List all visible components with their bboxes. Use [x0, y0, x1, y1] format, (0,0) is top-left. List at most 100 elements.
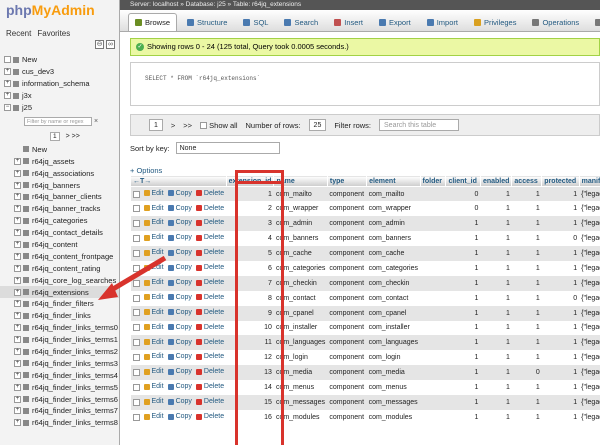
- cell-name[interactable]: com_modules: [273, 409, 328, 425]
- cell-access[interactable]: 1: [511, 320, 542, 336]
- edit-row-button[interactable]: Edit: [143, 294, 164, 301]
- row-checkbox[interactable]: [132, 220, 140, 228]
- cell-type[interactable]: component: [327, 365, 367, 381]
- copy-row-button[interactable]: Copy: [167, 353, 192, 360]
- column-header-access[interactable]: access: [511, 175, 543, 187]
- cell-name[interactable]: com_media: [273, 365, 328, 381]
- cell-element[interactable]: com_messages: [366, 394, 421, 410]
- cell-folder[interactable]: [420, 275, 446, 291]
- cell-type[interactable]: component: [327, 186, 367, 202]
- expand-icon[interactable]: +: [14, 407, 21, 415]
- cell-client-id[interactable]: 1: [445, 216, 481, 232]
- cell-name[interactable]: com_messages: [273, 394, 328, 410]
- cell-element[interactable]: com_checkin: [366, 275, 421, 291]
- delete-row-button[interactable]: Delete: [195, 234, 224, 241]
- cell-protected[interactable]: 1: [541, 335, 580, 351]
- sort-select[interactable]: None: [175, 142, 280, 154]
- cell-protected[interactable]: 0: [541, 231, 580, 247]
- copy-row-button[interactable]: Copy: [167, 383, 192, 390]
- cell-folder[interactable]: [420, 186, 446, 202]
- cell-folder[interactable]: [420, 350, 446, 366]
- cell-id[interactable]: 6: [226, 260, 274, 276]
- expand-icon[interactable]: +: [14, 157, 21, 165]
- cell-element[interactable]: com_installer: [366, 320, 421, 336]
- delete-row-button[interactable]: Delete: [195, 324, 224, 331]
- link-icon[interactable]: ∞: [106, 40, 115, 49]
- checkbox-icon[interactable]: [200, 122, 208, 130]
- cell-element[interactable]: com_media: [366, 365, 421, 381]
- cell-type[interactable]: component: [327, 216, 367, 232]
- table-item[interactable]: + r64jq_banner_tracks: [0, 203, 119, 215]
- cell-type[interactable]: component: [327, 275, 367, 291]
- cell-type[interactable]: component: [327, 409, 367, 425]
- filter-rows-input[interactable]: Search this table: [379, 119, 460, 131]
- cell-name[interactable]: com_cache: [273, 246, 328, 261]
- copy-row-button[interactable]: Copy: [167, 339, 192, 346]
- cell-type[interactable]: component: [327, 201, 367, 217]
- cell-id[interactable]: 7: [226, 275, 274, 291]
- header-arrows[interactable]: ←T→: [130, 175, 227, 187]
- expand-icon[interactable]: +: [14, 229, 21, 237]
- cell-enabled[interactable]: 1: [480, 186, 512, 202]
- cell-folder[interactable]: [420, 380, 446, 395]
- cell-access[interactable]: 1: [511, 231, 542, 247]
- row-checkbox[interactable]: [132, 234, 140, 242]
- column-header-type[interactable]: type: [326, 175, 368, 187]
- cell-access[interactable]: 1: [511, 290, 542, 306]
- table-item[interactable]: + r64jq_categories: [0, 215, 119, 227]
- cell-enabled[interactable]: 1: [480, 350, 512, 366]
- cell-protected[interactable]: 1: [541, 365, 580, 381]
- delete-row-button[interactable]: Delete: [195, 339, 224, 346]
- copy-row-button[interactable]: Copy: [167, 219, 192, 226]
- row-checkbox[interactable]: [132, 324, 140, 332]
- expand-icon[interactable]: +: [14, 169, 21, 177]
- cell-element[interactable]: com_languages: [366, 335, 421, 351]
- sidebar-next-button[interactable]: > >>: [66, 133, 80, 140]
- cell-enabled[interactable]: 1: [480, 409, 512, 425]
- expand-icon[interactable]: +: [14, 241, 21, 249]
- table-item[interactable]: + r64jq_core_log_searches: [0, 274, 119, 286]
- tree-item[interactable]: + cus_dev3: [0, 66, 119, 78]
- table-filter-input[interactable]: Filter by name or regex: [24, 116, 92, 126]
- rows-select[interactable]: 25: [308, 119, 327, 131]
- cell-protected[interactable]: 0: [541, 290, 580, 306]
- row-checkbox[interactable]: [132, 190, 140, 198]
- tab-tr[interactable]: Tr: [589, 13, 600, 31]
- cell-name[interactable]: com_cpanel: [273, 305, 328, 321]
- cell-protected[interactable]: 1: [541, 186, 580, 202]
- cell-element[interactable]: com_cpanel: [366, 305, 421, 321]
- delete-row-button[interactable]: Delete: [195, 249, 224, 256]
- cell-id[interactable]: 11: [226, 335, 274, 351]
- tab-search[interactable]: Search: [278, 13, 324, 31]
- cell-folder[interactable]: [420, 260, 446, 276]
- row-checkbox[interactable]: [132, 309, 140, 317]
- edit-row-button[interactable]: Edit: [143, 234, 164, 241]
- tree-item[interactable]: New: [0, 54, 119, 66]
- copy-row-button[interactable]: Copy: [167, 413, 192, 420]
- cell-manifest[interactable]: {"legacy: [579, 231, 600, 247]
- row-checkbox[interactable]: [132, 398, 140, 406]
- delete-row-button[interactable]: Delete: [195, 413, 224, 420]
- table-item[interactable]: + r64jq_banners: [0, 179, 119, 191]
- cell-folder[interactable]: [420, 246, 446, 261]
- cell-client-id[interactable]: 1: [445, 320, 481, 336]
- cell-manifest[interactable]: {"legacy: [579, 380, 600, 395]
- cell-access[interactable]: 1: [511, 305, 542, 321]
- table-item[interactable]: + r64jq_content_rating: [0, 262, 119, 274]
- expand-icon[interactable]: +: [4, 68, 11, 76]
- tab-structure[interactable]: Structure: [181, 13, 233, 31]
- cell-element[interactable]: com_mailto: [366, 186, 421, 202]
- row-checkbox[interactable]: [132, 413, 140, 421]
- cell-enabled[interactable]: 1: [480, 394, 512, 410]
- cell-id[interactable]: 16: [226, 409, 274, 425]
- cell-enabled[interactable]: 1: [480, 380, 512, 395]
- cell-client-id[interactable]: 1: [445, 394, 481, 410]
- cell-access[interactable]: 1: [511, 409, 542, 425]
- column-header-enabled[interactable]: enabled: [479, 175, 513, 187]
- cell-enabled[interactable]: 1: [480, 231, 512, 247]
- cell-access[interactable]: 1: [511, 335, 542, 351]
- row-checkbox[interactable]: [132, 294, 140, 302]
- cell-access[interactable]: 1: [511, 186, 542, 202]
- cell-client-id[interactable]: 1: [445, 365, 481, 381]
- delete-row-button[interactable]: Delete: [195, 205, 224, 212]
